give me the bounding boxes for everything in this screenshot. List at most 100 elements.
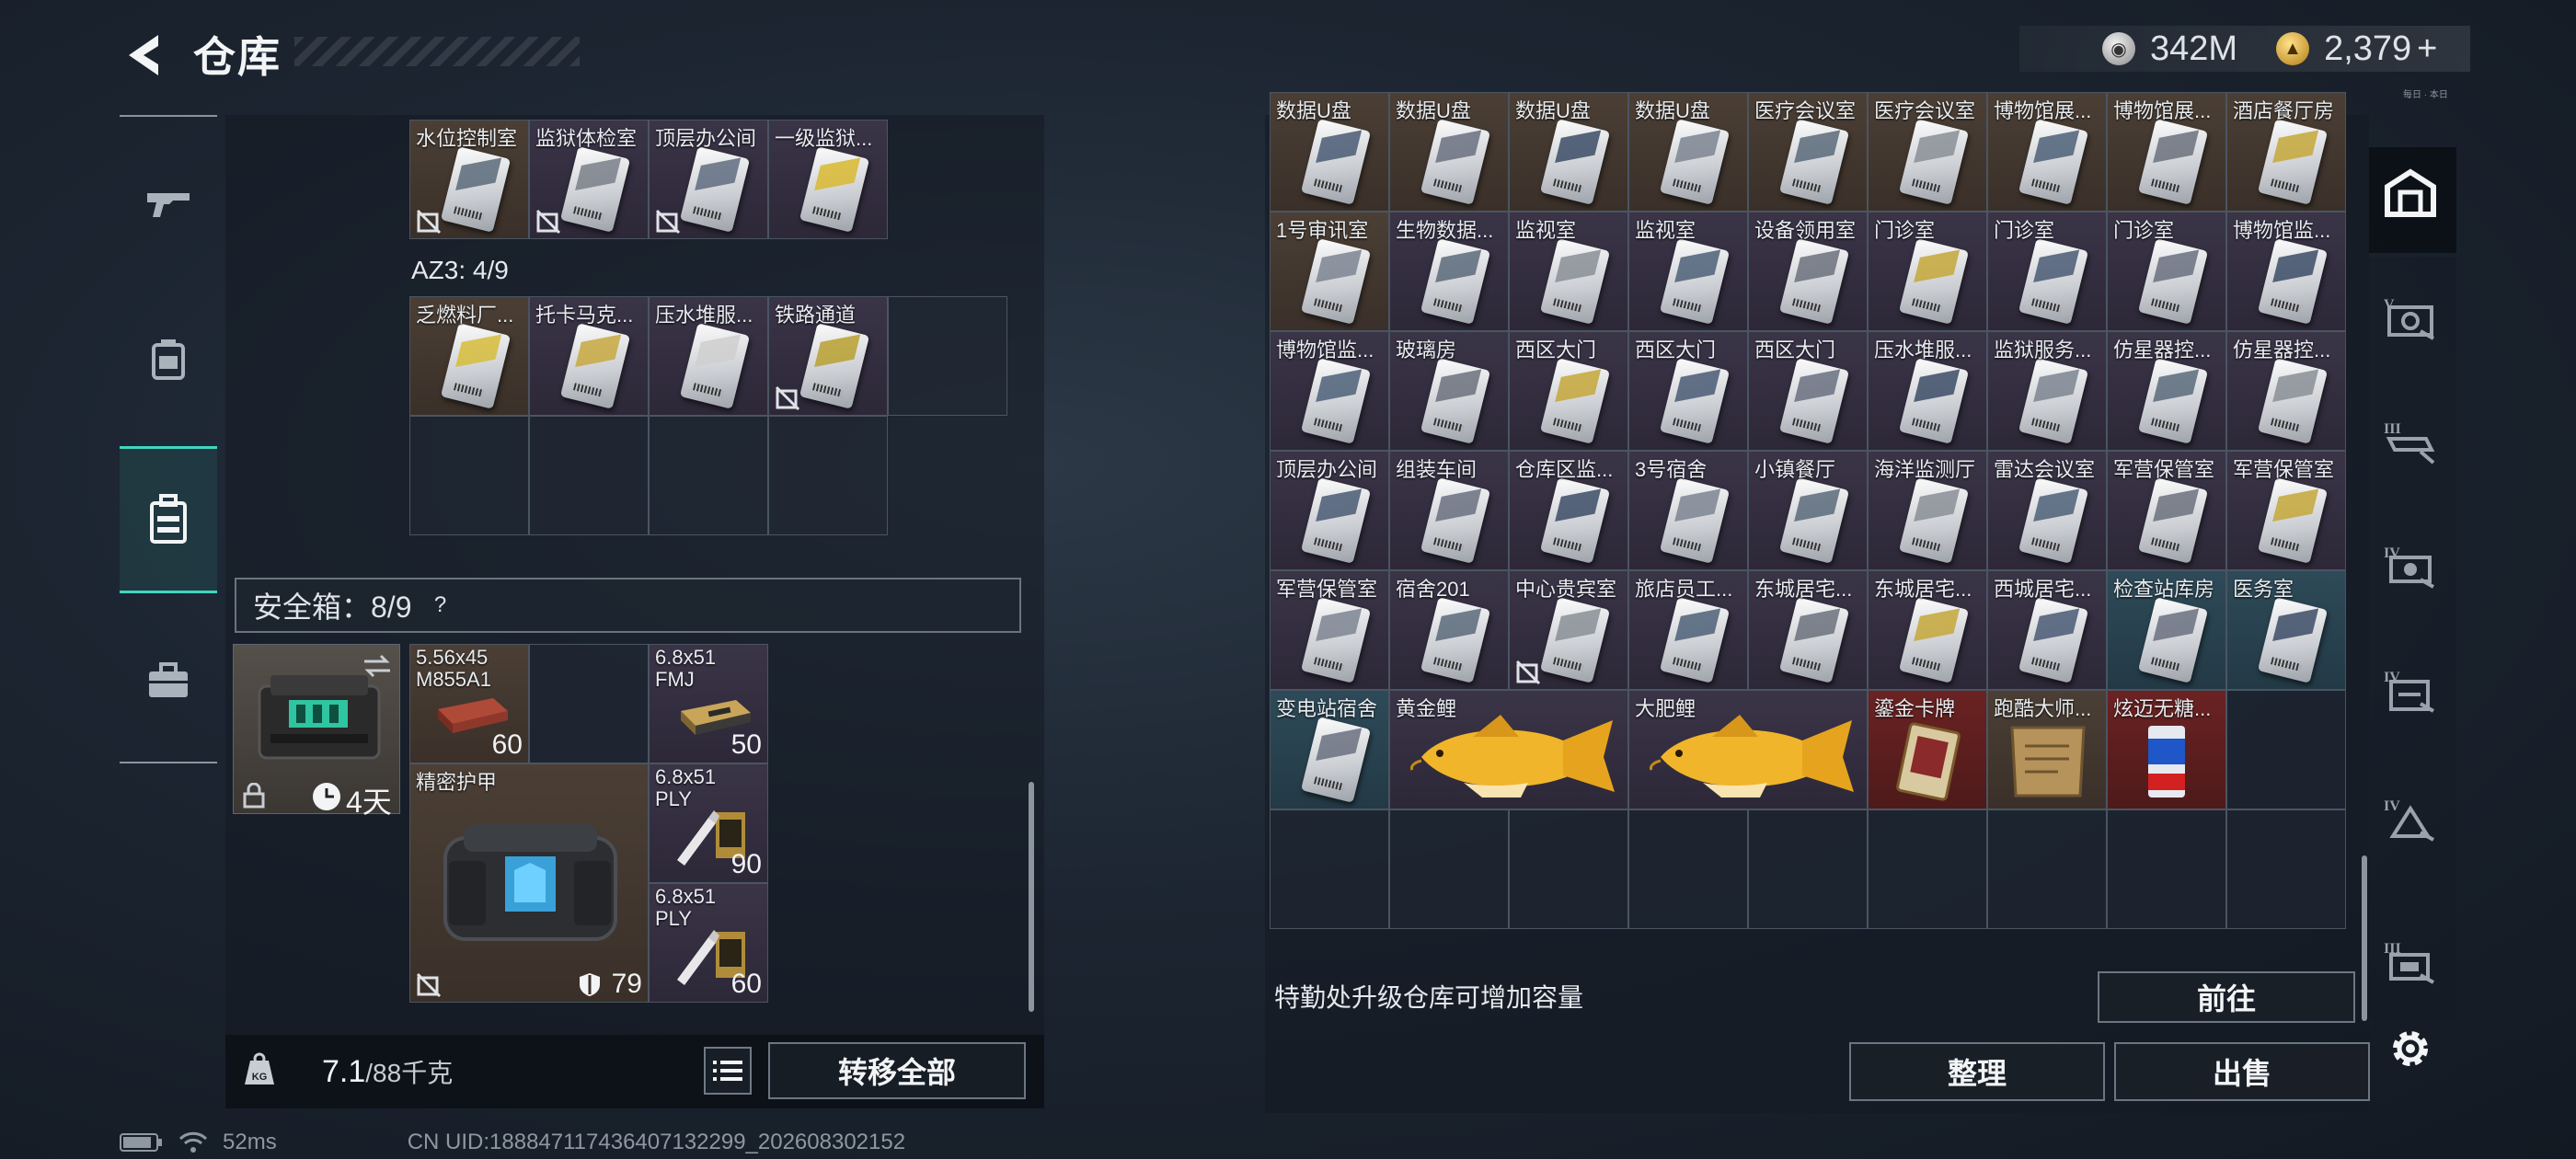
item-card-cell[interactable]: 水位控制室 — [409, 120, 529, 239]
warehouse-item-cell[interactable]: 军营保管室 — [2226, 451, 2346, 570]
warehouse-item-cell[interactable]: 数据U盘 — [1509, 92, 1628, 212]
nav-case[interactable] — [120, 630, 217, 731]
empty-cell[interactable] — [529, 644, 649, 763]
warehouse-item-cell[interactable]: 中心贵宾室 — [1509, 570, 1628, 690]
item-card-cell[interactable]: 一级监狱... — [768, 120, 888, 239]
empty-cell[interactable] — [1987, 809, 2107, 929]
empty-cell[interactable] — [1748, 809, 1868, 929]
warehouse-item-cell[interactable]: 西城居宅... — [1987, 570, 2107, 690]
warehouse-item-cell[interactable]: 博物馆展... — [2107, 92, 2226, 212]
rnav-level-iv-b[interactable]: IV — [2383, 662, 2438, 717]
warehouse-item-cell[interactable]: 海洋监测厅 — [1868, 451, 1987, 570]
collectible-cell[interactable]: 跑酷大师... — [1987, 690, 2107, 809]
warehouse-item-cell[interactable]: 门诊室 — [1987, 212, 2107, 331]
warehouse-item-cell[interactable]: 旅店员工... — [1628, 570, 1748, 690]
item-card-cell[interactable]: 铁路通道 — [768, 296, 888, 416]
warehouse-item-cell[interactable]: 宿舍201 — [1389, 570, 1509, 690]
warehouse-item-cell[interactable]: 医疗会议室 — [1748, 92, 1868, 212]
warehouse-item-cell[interactable]: 军营保管室 — [1270, 570, 1389, 690]
warehouse-item-cell[interactable]: 监视室 — [1628, 212, 1748, 331]
empty-cell[interactable] — [768, 416, 888, 535]
empty-cell[interactable] — [649, 416, 768, 535]
warehouse-item-cell[interactable]: 西区大门 — [1748, 331, 1868, 451]
fish-item-cell[interactable]: 大肥鲤 — [1628, 690, 1868, 809]
empty-cell[interactable] — [2226, 690, 2346, 809]
warehouse-item-cell[interactable]: 顶层办公间 — [1270, 451, 1389, 570]
warehouse-item-cell[interactable]: 仓库区监... — [1509, 451, 1628, 570]
warehouse-item-cell[interactable]: 小镇餐厅 — [1748, 451, 1868, 570]
safe-box-slot[interactable]: 4天 — [233, 644, 400, 819]
warehouse-item-cell[interactable]: 数据U盘 — [1389, 92, 1509, 212]
back-button[interactable] — [118, 28, 173, 83]
item-card-cell[interactable]: 托卡马克... — [529, 296, 649, 416]
goto-button[interactable]: 前往 — [2098, 971, 2355, 1023]
warehouse-item-cell[interactable]: 军营保管室 — [2107, 451, 2226, 570]
empty-cell[interactable] — [1389, 809, 1509, 929]
nav-armor[interactable] — [120, 308, 217, 409]
warehouse-item-cell[interactable]: 博物馆展... — [1987, 92, 2107, 212]
warehouse-item-cell[interactable]: 3号宿舍 — [1628, 451, 1748, 570]
warehouse-item-cell[interactable]: 博物馆监... — [1270, 331, 1389, 451]
warehouse-item-cell[interactable]: 门诊室 — [1868, 212, 1987, 331]
warehouse-item-cell[interactable]: 监狱服务... — [1987, 331, 2107, 451]
collectible-cell[interactable]: 炫迈无糖... — [2107, 690, 2226, 809]
empty-cell[interactable] — [529, 416, 649, 535]
warehouse-item-cell[interactable]: 数据U盘 — [1270, 92, 1389, 212]
ammo-cell[interactable]: 6.8x51 PLY 60 — [649, 883, 768, 1003]
warehouse-item-cell[interactable]: 西区大门 — [1509, 331, 1628, 451]
warehouse-item-cell[interactable]: 酒店餐厅房 — [2226, 92, 2346, 212]
rnav-level-v[interactable]: V — [2383, 290, 2438, 345]
ammo-cell[interactable]: 6.8x51 FMJ 50 — [649, 644, 768, 763]
list-view-button[interactable] — [704, 1047, 752, 1095]
empty-cell[interactable] — [1509, 809, 1628, 929]
empty-cell[interactable] — [1270, 809, 1389, 929]
warehouse-item-cell[interactable]: 医务室 — [2226, 570, 2346, 690]
ammo-cell[interactable]: 6.8x51 PLY 90 — [649, 763, 768, 883]
fish-item-cell[interactable]: 黄金鲤 — [1389, 690, 1628, 809]
rnav-level-iv[interactable]: IV — [2383, 538, 2438, 593]
warehouse-item-cell[interactable]: 压水堆服... — [1868, 331, 1987, 451]
warehouse-item-cell[interactable]: 设备领用室 — [1748, 212, 1868, 331]
rnav-level-iii-b[interactable]: III — [2383, 934, 2438, 989]
transfer-all-button[interactable]: 转移全部 — [768, 1042, 1026, 1099]
rnav-level-iii[interactable]: III — [2383, 414, 2438, 469]
warehouse-scrollbar[interactable] — [2362, 855, 2367, 1021]
nav-backpack[interactable] — [120, 446, 217, 593]
item-card-cell[interactable]: 乏燃料厂... — [409, 296, 529, 416]
ammo-cell[interactable]: 5.56x45 M855A1 60 — [409, 644, 529, 763]
warehouse-item-cell[interactable]: 生物数据... — [1389, 212, 1509, 331]
warehouse-item-cell[interactable]: 门诊室 — [2107, 212, 2226, 331]
sell-button[interactable]: 出售 — [2114, 1042, 2370, 1101]
rnav-settings[interactable] — [2383, 1021, 2438, 1076]
warehouse-item-cell[interactable]: 玻璃房 — [1389, 331, 1509, 451]
warehouse-item-cell[interactable]: 变电站宿舍 — [1270, 690, 1389, 809]
item-card-cell[interactable]: 压水堆服... — [649, 296, 768, 416]
swap-icon[interactable] — [362, 654, 392, 678]
warehouse-item-cell[interactable]: 东城居宅... — [1868, 570, 1987, 690]
item-card-cell[interactable]: 监狱体检室 — [529, 120, 649, 239]
warehouse-item-cell[interactable]: 医疗会议室 — [1868, 92, 1987, 212]
warehouse-item-cell[interactable]: 仿星器控... — [2107, 331, 2226, 451]
empty-cell[interactable] — [2107, 809, 2226, 929]
empty-cell[interactable] — [1628, 809, 1748, 929]
help-icon[interactable]: ? — [427, 591, 454, 619]
warehouse-item-cell[interactable]: 数据U盘 — [1628, 92, 1748, 212]
warehouse-item-cell[interactable]: 检查站库房 — [2107, 570, 2226, 690]
warehouse-item-cell[interactable]: 组装车间 — [1389, 451, 1509, 570]
warehouse-item-cell[interactable]: 监视室 — [1509, 212, 1628, 331]
warehouse-item-cell[interactable]: 博物馆监... — [2226, 212, 2346, 331]
warehouse-item-cell[interactable]: 仿星器控... — [2226, 331, 2346, 451]
rnav-warehouse[interactable] — [2383, 166, 2438, 221]
warehouse-item-cell[interactable]: 雷达会议室 — [1987, 451, 2107, 570]
nav-weapons[interactable] — [120, 152, 217, 253]
backpack-scrollbar[interactable] — [1029, 782, 1034, 1012]
empty-cell[interactable] — [1868, 809, 1987, 929]
item-card-cell[interactable]: 顶层办公间 — [649, 120, 768, 239]
warehouse-item-cell[interactable]: 东城居宅... — [1748, 570, 1868, 690]
armor-cell[interactable]: 精密护甲 79 — [409, 763, 649, 1003]
rnav-level-iv-c[interactable]: IV — [2383, 791, 2438, 846]
empty-cell[interactable] — [2226, 809, 2346, 929]
empty-cell[interactable] — [888, 296, 1007, 416]
collectible-cell[interactable]: 鎏金卡牌 — [1868, 690, 1987, 809]
warehouse-item-cell[interactable]: 1号审讯室 — [1270, 212, 1389, 331]
